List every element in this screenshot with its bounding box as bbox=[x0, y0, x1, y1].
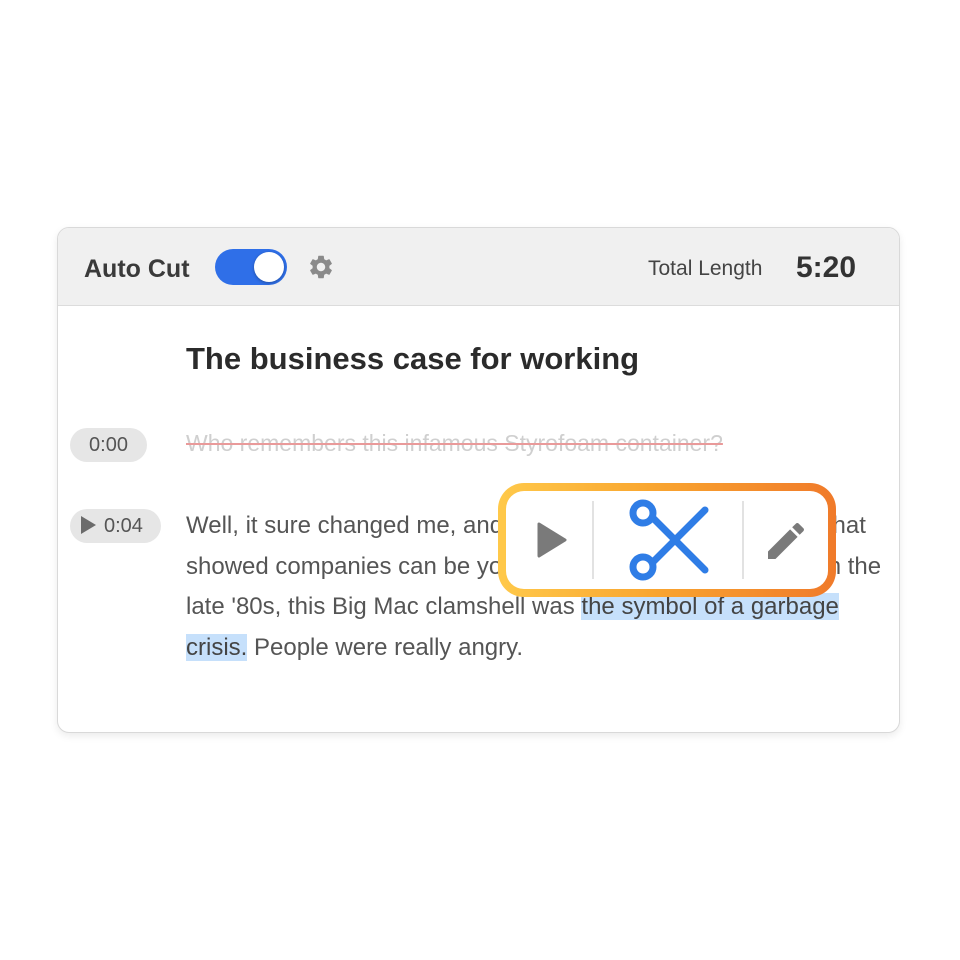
gear-icon[interactable] bbox=[307, 253, 335, 281]
total-length-label: Total Length bbox=[648, 257, 763, 280]
timestamp-text: 0:04 bbox=[104, 515, 143, 537]
play-button[interactable] bbox=[506, 491, 592, 589]
struck-segment-text[interactable]: Who remembers this infamous Styrofoam co… bbox=[186, 430, 723, 457]
popup-inner bbox=[506, 491, 828, 589]
play-icon bbox=[537, 522, 567, 558]
scissors-icon bbox=[629, 499, 709, 581]
selection-action-popup bbox=[498, 483, 836, 597]
editor-card: Auto Cut Total Length 5:20 The business … bbox=[57, 227, 900, 733]
toggle-knob bbox=[254, 252, 284, 282]
auto-cut-label: Auto Cut bbox=[84, 255, 190, 283]
auto-cut-toggle[interactable] bbox=[215, 249, 287, 285]
total-length-value: 5:20 bbox=[796, 251, 857, 284]
timestamp-play-badge[interactable]: 0:04 bbox=[70, 509, 161, 543]
pencil-icon bbox=[768, 523, 804, 559]
transcript-title: The business case for working bbox=[186, 341, 640, 376]
segment-text-after: People were really angry. bbox=[247, 633, 524, 661]
timestamp-badge[interactable]: 0:00 bbox=[70, 428, 147, 462]
cut-button[interactable] bbox=[594, 491, 742, 589]
edit-button[interactable] bbox=[744, 491, 828, 589]
play-icon bbox=[81, 516, 96, 534]
toolbar: Auto Cut Total Length 5:20 bbox=[58, 228, 899, 306]
